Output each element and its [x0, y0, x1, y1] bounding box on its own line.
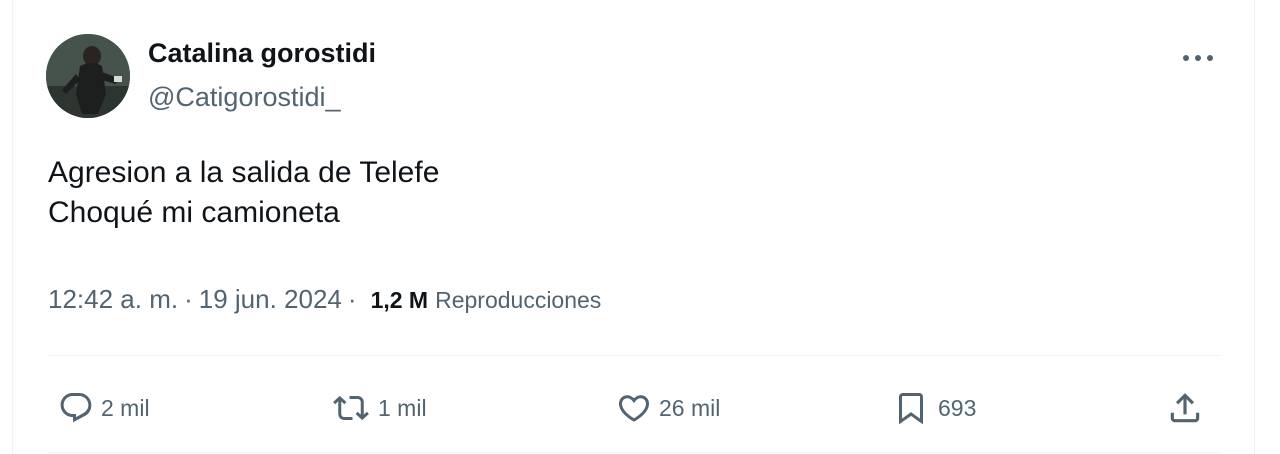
share-button[interactable]: [1166, 386, 1204, 430]
share-upload-icon: [1170, 393, 1200, 423]
tweet-meta: 12:42 a. m. · 19 jun. 2024 · 1,2 M Repro…: [48, 284, 601, 315]
bottom-divider: [48, 452, 1221, 453]
reply-button[interactable]: 2 mil: [58, 386, 150, 430]
avatar[interactable]: [46, 34, 130, 118]
like-count: 26 mil: [659, 394, 721, 421]
tweet-date[interactable]: 19 jun. 2024: [199, 284, 342, 315]
divider: [48, 355, 1221, 356]
tweet-text: Agresion a la salida de Telefe Choqué mi…: [48, 153, 439, 233]
meta-separator: ·: [184, 284, 193, 314]
views-count: 1,2 M: [370, 287, 429, 313]
heart-icon: [618, 395, 650, 422]
avatar-image: [46, 34, 130, 118]
more-options-button[interactable]: [1178, 44, 1218, 72]
tweet-time[interactable]: 12:42 a. m.: [48, 284, 178, 315]
bookmark-icon: [899, 393, 923, 425]
tweet-card: Catalina gorostidi @Catigorostidi_ Agres…: [12, 0, 1255, 454]
repost-arrows-icon: [333, 395, 369, 421]
bookmark-button[interactable]: 693: [891, 386, 976, 430]
repost-button[interactable]: 1 mil: [331, 386, 427, 430]
meta-separator: ·: [347, 284, 357, 314]
tweet-line: Choqué mi camioneta: [48, 196, 340, 229]
like-button[interactable]: 26 mil: [616, 386, 720, 430]
tweet-line: Agresion a la salida de Telefe: [48, 156, 440, 189]
user-handle[interactable]: @Catigorostidi_: [148, 82, 341, 113]
views-label: Reproducciones: [435, 287, 602, 313]
reply-bubble-icon: [60, 393, 92, 423]
repost-count: 1 mil: [378, 394, 427, 421]
reply-count: 2 mil: [101, 394, 150, 421]
more-dots-icon: [1183, 55, 1213, 61]
display-name[interactable]: Catalina gorostidi: [148, 38, 376, 69]
bookmark-count: 693: [938, 394, 977, 421]
